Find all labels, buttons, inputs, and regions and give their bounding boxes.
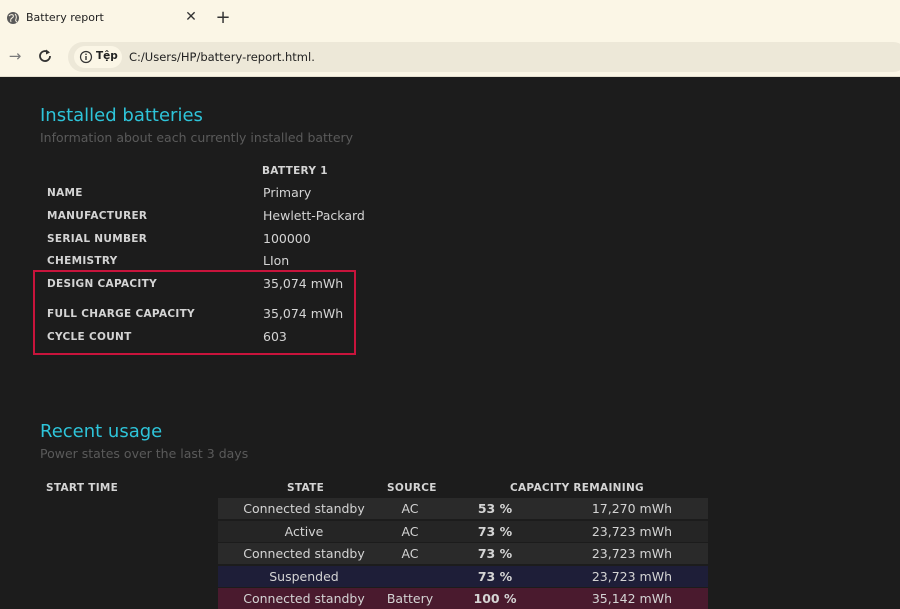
- label-full-charge-capacity: FULL CHARGE CAPACITY: [47, 308, 195, 320]
- cell-source: AC: [401, 546, 419, 561]
- reload-icon[interactable]: [36, 47, 54, 65]
- url-text[interactable]: C:/Users/HP/battery-report.html.: [129, 50, 315, 64]
- battery-column-header: BATTERY 1: [262, 165, 328, 177]
- cell-percent: 73 %: [477, 524, 513, 539]
- browser-toolbar: → Tệp C:/Users/HP/battery-report.html.: [0, 38, 900, 77]
- label-cycle-count: CYCLE COUNT: [47, 331, 132, 343]
- label-serial-number: SERIAL NUMBER: [47, 233, 148, 245]
- cell-percent: 73 %: [477, 546, 513, 561]
- value-full-charge-capacity: 35,074 mWh: [263, 306, 344, 321]
- header-start-time: START TIME: [46, 482, 119, 494]
- header-state: STATE: [287, 482, 325, 494]
- cell-state: Suspended: [269, 569, 339, 584]
- value-chemistry: LIon: [263, 253, 290, 268]
- label-chemistry: CHEMISTRY: [47, 255, 118, 267]
- cell-source: [380, 566, 440, 587]
- tab-title: Battery report: [26, 11, 104, 24]
- value-manufacturer: Hewlett-Packard: [263, 208, 365, 223]
- new-tab-button[interactable]: +: [214, 8, 232, 28]
- cell-mwh: 17,270 mWh: [591, 501, 672, 516]
- label-design-capacity: DESIGN CAPACITY: [47, 278, 157, 290]
- cell-state: Connected standby: [243, 591, 365, 606]
- cell-mwh: 23,723 mWh: [591, 569, 672, 584]
- value-design-capacity: 35,074 mWh: [263, 276, 344, 291]
- cell-source: Battery: [386, 591, 434, 606]
- table-row: Connected standby Battery 100 % 35,142 m…: [218, 588, 708, 609]
- value-serial-number: 100000: [263, 231, 311, 246]
- tab-strip: Battery report ✕ +: [0, 0, 900, 38]
- cell-mwh: 23,723 mWh: [591, 546, 672, 561]
- label-name: NAME: [47, 187, 83, 199]
- address-bar[interactable]: Tệp C:/Users/HP/battery-report.html.: [68, 42, 900, 72]
- header-capacity-remaining: CAPACITY REMAINING: [510, 482, 644, 494]
- tab-battery-report[interactable]: Battery report ✕: [0, 0, 206, 38]
- usage-subtitle: Power states over the last 3 days: [40, 446, 249, 461]
- cell-percent: 53 %: [477, 501, 513, 516]
- installed-title: Installed batteries: [40, 105, 203, 126]
- cell-percent: 73 %: [477, 569, 513, 584]
- forward-icon[interactable]: →: [6, 47, 24, 65]
- info-icon: [79, 50, 93, 64]
- cell-mwh: 23,723 mWh: [591, 524, 672, 539]
- label-manufacturer: MANUFACTURER: [47, 210, 148, 222]
- usage-title: Recent usage: [40, 421, 163, 442]
- site-info-chip[interactable]: Tệp: [74, 46, 122, 68]
- value-cycle-count: 603: [263, 329, 287, 344]
- globe-icon: [7, 12, 19, 24]
- cell-state: Connected standby: [243, 501, 365, 516]
- value-name: Primary: [263, 185, 312, 200]
- table-row: Connected standby AC 53 % 17,270 mWh: [218, 498, 708, 519]
- installed-subtitle: Information about each currently install…: [40, 130, 354, 145]
- cell-source: AC: [401, 501, 419, 516]
- header-source: SOURCE: [387, 482, 437, 494]
- table-row: Active AC 73 % 23,723 mWh: [218, 521, 708, 542]
- cell-state: Active: [284, 524, 324, 539]
- chip-label: Tệp: [96, 50, 118, 62]
- cell-source: AC: [401, 524, 419, 539]
- cell-mwh: 35,142 mWh: [591, 591, 672, 606]
- table-row: Connected standby AC 73 % 23,723 mWh: [218, 543, 708, 564]
- cell-state: Connected standby: [243, 546, 365, 561]
- table-row: Suspended 73 % 23,723 mWh: [218, 566, 708, 587]
- cell-percent: 100 %: [473, 591, 517, 606]
- close-icon[interactable]: ✕: [183, 9, 199, 25]
